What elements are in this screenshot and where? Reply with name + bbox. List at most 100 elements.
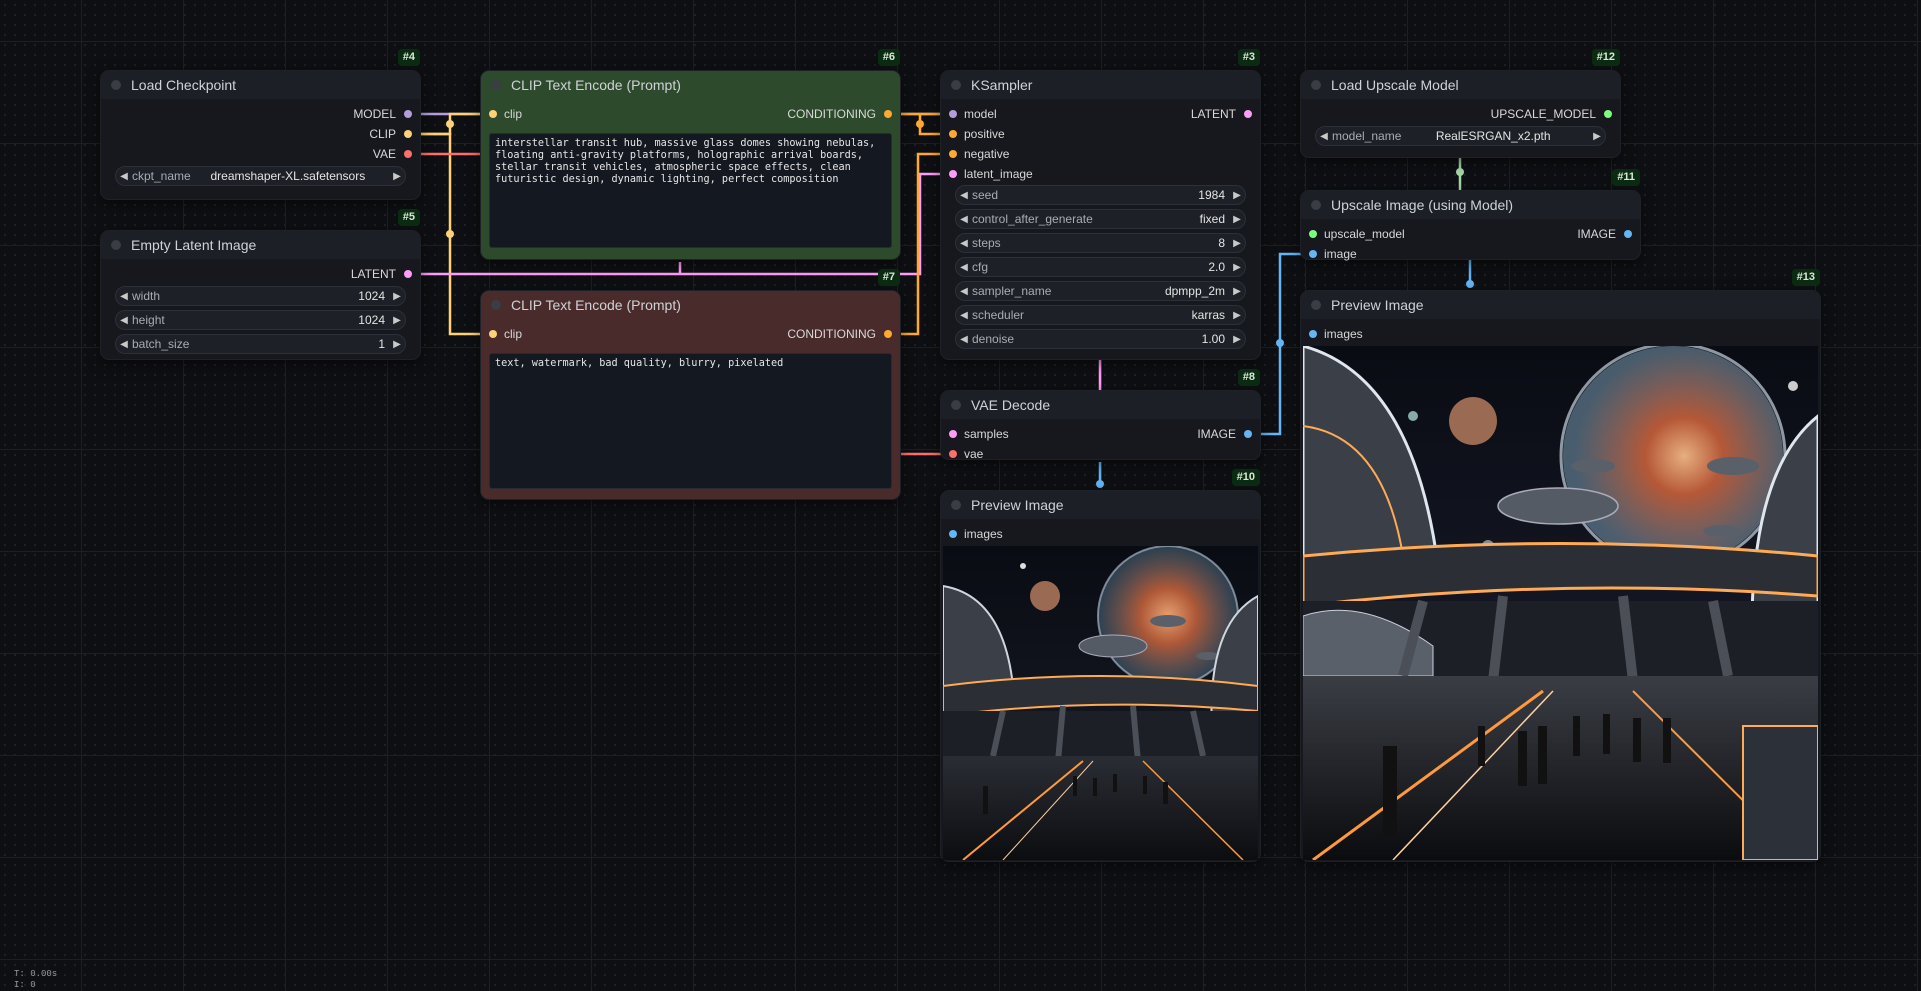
node-vae-decode[interactable]: #8 VAE Decode samples vae IMAGE [941,369,1260,461]
port-dot-icon[interactable] [949,430,957,438]
node-ksampler[interactable]: #3 KSampler model positive negative late… [941,49,1260,359]
arrow-right-icon[interactable]: ▶ [1589,131,1605,142]
port-dot-icon[interactable] [404,110,412,118]
arrow-right-icon[interactable]: ▶ [1229,334,1245,345]
arrow-left-icon[interactable]: ◀ [956,334,972,345]
widget-height[interactable]: ◀ height 1024 ▶ [115,310,406,330]
port-dot-icon[interactable] [884,330,892,338]
port-dot-icon[interactable] [404,270,412,278]
collapse-dot-icon[interactable] [1311,80,1321,90]
port-dot-icon[interactable] [949,530,957,538]
port-dot-icon[interactable] [489,110,497,118]
arrow-left-icon[interactable]: ◀ [956,310,972,321]
widget-batch-size[interactable]: ◀ batch_size 1 ▶ [115,334,406,354]
widget-seed[interactable]: ◀ seed 1984 ▶ [955,185,1246,205]
arrow-right-icon[interactable]: ▶ [389,171,405,182]
input-clip[interactable]: clip [489,104,522,124]
node-empty-latent-image[interactable]: #5 Empty Latent Image LATENT ◀ width 102… [101,209,420,359]
widget-model-name[interactable]: ◀ model_name RealESRGAN_x2.pth ▶ [1315,126,1606,146]
arrow-right-icon[interactable]: ▶ [1229,262,1245,273]
output-conditioning[interactable]: CONDITIONING [787,104,892,124]
input-samples[interactable]: samples [949,424,1009,444]
port-dot-icon[interactable] [1624,230,1632,238]
input-clip[interactable]: clip [489,324,522,344]
arrow-right-icon[interactable]: ▶ [1229,214,1245,225]
input-latent-image[interactable]: latent_image [949,164,1033,184]
input-images[interactable]: images [1309,324,1363,344]
widget-steps[interactable]: ◀ steps 8 ▶ [955,233,1246,253]
widget-control-after-generate[interactable]: ◀ control_after_generate fixed ▶ [955,209,1246,229]
port-dot-icon[interactable] [949,130,957,138]
node-header[interactable]: Empty Latent Image [101,231,420,259]
prompt-textarea[interactable]: interstellar transit hub, massive glass … [489,133,892,248]
node-header[interactable]: Preview Image [1301,291,1820,319]
arrow-left-icon[interactable]: ◀ [956,286,972,297]
prompt-textarea[interactable]: text, watermark, bad quality, blurry, pi… [489,353,892,489]
arrow-left-icon[interactable]: ◀ [1316,131,1332,142]
node-upscale-image[interactable]: #11 Upscale Image (using Model) upscale_… [1301,169,1640,261]
port-dot-icon[interactable] [1309,250,1317,258]
collapse-dot-icon[interactable] [951,80,961,90]
output-latent[interactable]: LATENT [1191,104,1252,124]
output-image[interactable]: IMAGE [1197,424,1252,444]
output-latent[interactable]: LATENT [351,264,412,284]
arrow-right-icon[interactable]: ▶ [1229,310,1245,321]
node-load-upscale-model[interactable]: #12 Load Upscale Model UPSCALE_MODEL ◀ m… [1301,49,1620,157]
arrow-right-icon[interactable]: ▶ [1229,238,1245,249]
port-dot-icon[interactable] [1244,430,1252,438]
input-model[interactable]: model [949,104,997,124]
input-image[interactable]: image [1309,244,1357,264]
input-negative[interactable]: negative [949,144,1009,164]
node-header[interactable]: Load Checkpoint [101,71,420,99]
port-dot-icon[interactable] [949,110,957,118]
port-dot-icon[interactable] [884,110,892,118]
preview-image[interactable] [943,546,1258,860]
input-upscale-model[interactable]: upscale_model [1309,224,1405,244]
node-clip-text-encode-negative[interactable]: #7 CLIP Text Encode (Prompt) clip CONDIT… [481,269,900,499]
node-load-checkpoint[interactable]: #4 Load Checkpoint MODEL CLIP VAE ◀ ckpt… [101,49,420,199]
widget-ckpt-name[interactable]: ◀ ckpt_name dreamshaper-XL.safetensors ▶ [115,166,406,186]
collapse-dot-icon[interactable] [951,500,961,510]
arrow-left-icon[interactable]: ◀ [116,315,132,326]
widget-denoise[interactable]: ◀ denoise 1.00 ▶ [955,329,1246,349]
input-positive[interactable]: positive [949,124,1005,144]
widget-cfg[interactable]: ◀ cfg 2.0 ▶ [955,257,1246,277]
collapse-dot-icon[interactable] [951,400,961,410]
arrow-left-icon[interactable]: ◀ [956,262,972,273]
port-dot-icon[interactable] [1309,330,1317,338]
arrow-right-icon[interactable]: ▶ [389,339,405,350]
collapse-dot-icon[interactable] [1311,300,1321,310]
arrow-left-icon[interactable]: ◀ [956,238,972,249]
node-clip-text-encode-positive[interactable]: #6 CLIP Text Encode (Prompt) clip CONDIT… [481,49,900,259]
output-vae[interactable]: VAE [373,144,412,164]
collapse-dot-icon[interactable] [491,300,501,310]
port-dot-icon[interactable] [404,130,412,138]
arrow-left-icon[interactable]: ◀ [116,171,132,182]
arrow-right-icon[interactable]: ▶ [1229,286,1245,297]
node-header[interactable]: CLIP Text Encode (Prompt) [481,291,900,319]
widget-width[interactable]: ◀ width 1024 ▶ [115,286,406,306]
arrow-right-icon[interactable]: ▶ [1229,190,1245,201]
port-dot-icon[interactable] [949,150,957,158]
port-dot-icon[interactable] [489,330,497,338]
collapse-dot-icon[interactable] [491,80,501,90]
node-preview-image-small[interactable]: #10 Preview Image images [941,469,1260,861]
arrow-left-icon[interactable]: ◀ [116,339,132,350]
preview-image[interactable] [1303,346,1818,860]
node-header[interactable]: Preview Image [941,491,1260,519]
arrow-right-icon[interactable]: ▶ [389,315,405,326]
port-dot-icon[interactable] [949,450,957,458]
input-vae[interactable]: vae [949,444,983,464]
port-dot-icon[interactable] [404,150,412,158]
arrow-left-icon[interactable]: ◀ [116,291,132,302]
widget-sampler-name[interactable]: ◀ sampler_name dpmpp_2m ▶ [955,281,1246,301]
input-images[interactable]: images [949,524,1003,544]
collapse-dot-icon[interactable] [111,240,121,250]
node-header[interactable]: KSampler [941,71,1260,99]
arrow-right-icon[interactable]: ▶ [389,291,405,302]
output-upscale-model[interactable]: UPSCALE_MODEL [1491,104,1612,124]
node-header[interactable]: VAE Decode [941,391,1260,419]
output-clip[interactable]: CLIP [369,124,412,144]
arrow-left-icon[interactable]: ◀ [956,214,972,225]
port-dot-icon[interactable] [1309,230,1317,238]
